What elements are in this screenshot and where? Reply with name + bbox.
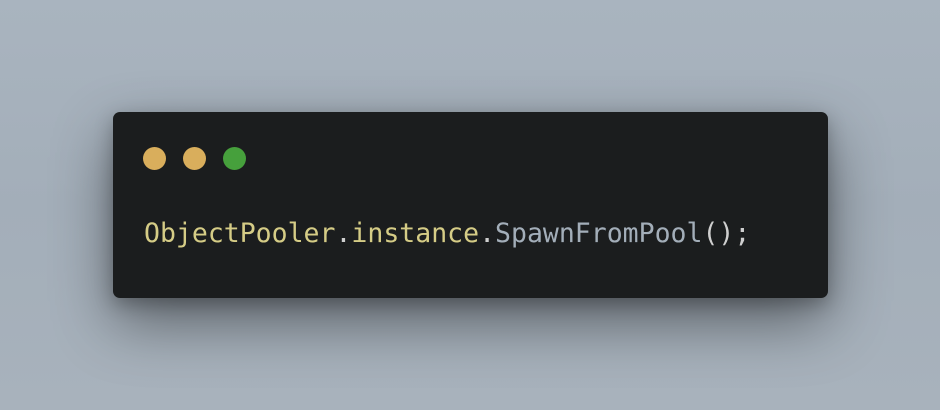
code-token-call: (); [702,218,751,249]
code-token-method: SpawnFromPool [495,218,703,249]
code-token-property: instance [351,218,480,249]
close-dot-icon [143,147,166,170]
code-token-dot: . [335,218,352,249]
code-token-class: ObjectPooler [144,218,336,249]
minimize-dot-icon [183,147,206,170]
window-controls [143,147,246,170]
code-token-dot: . [479,218,496,249]
maximize-dot-icon [223,147,246,170]
code-snippet-window: ObjectPooler.instance.SpawnFromPool(); [113,112,828,298]
code-line: ObjectPooler.instance.SpawnFromPool(); [144,217,750,251]
